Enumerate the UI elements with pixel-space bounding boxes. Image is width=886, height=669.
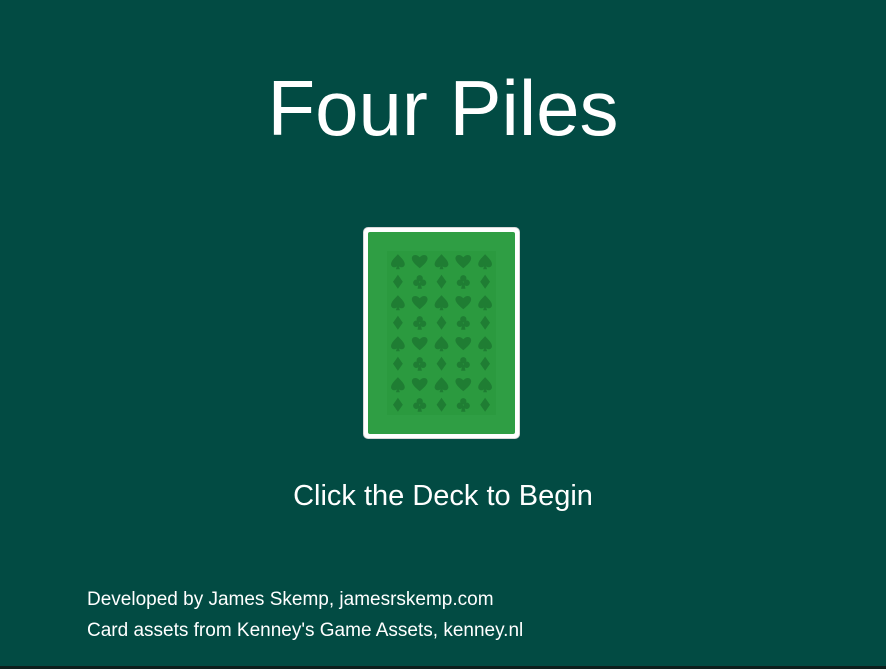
spade-icon [478,295,492,311]
suit-pattern-graphic [391,254,492,412]
spade-icon [391,336,405,352]
spade-icon [434,254,449,270]
developer-credit: Developed by James Skemp, jamesrskemp.co… [87,589,494,610]
club-icon [413,398,427,412]
club-icon [456,357,470,371]
heart-icon [455,337,472,351]
heart-icon [411,296,428,310]
spade-icon [434,295,449,311]
game-title: Four Piles [267,64,619,152]
card-back [368,232,515,434]
heart-icon [411,255,428,269]
diamond-icon [392,274,403,289]
start-prompt: Click the Deck to Begin [293,480,593,512]
diamond-icon [392,315,403,330]
credits: Developed by James Skemp, jamesrskemp.co… [87,584,523,646]
heart-icon [411,378,428,392]
assets-credit: Card assets from Kenney's Game Assets, k… [87,620,524,641]
spade-icon [478,377,492,393]
heart-icon [455,296,472,310]
diamond-icon [436,397,447,412]
spade-icon [434,377,449,393]
diamond-icon [436,315,447,330]
diamond-icon [436,274,447,289]
spade-icon [434,336,449,352]
club-icon [456,316,470,330]
club-icon [456,398,470,412]
diamond-icon [480,274,491,289]
diamond-icon [480,315,491,330]
club-icon [413,316,427,330]
club-icon [456,275,470,289]
card-back-pattern [387,251,496,415]
heart-icon [411,337,428,351]
diamond-icon [392,356,403,371]
diamond-icon [392,397,403,412]
deck-card[interactable] [364,228,519,438]
spade-icon [478,336,492,352]
game-screen: Four Piles Click the Deck to Begin Devel… [0,0,886,669]
diamond-icon [480,397,491,412]
heart-icon [455,378,472,392]
diamond-icon [436,356,447,371]
spade-icon [391,254,405,270]
diamond-icon [480,356,491,371]
heart-icon [455,255,472,269]
club-icon [413,357,427,371]
club-icon [413,275,427,289]
spade-icon [391,377,405,393]
spade-icon [391,295,405,311]
spade-icon [478,254,492,270]
